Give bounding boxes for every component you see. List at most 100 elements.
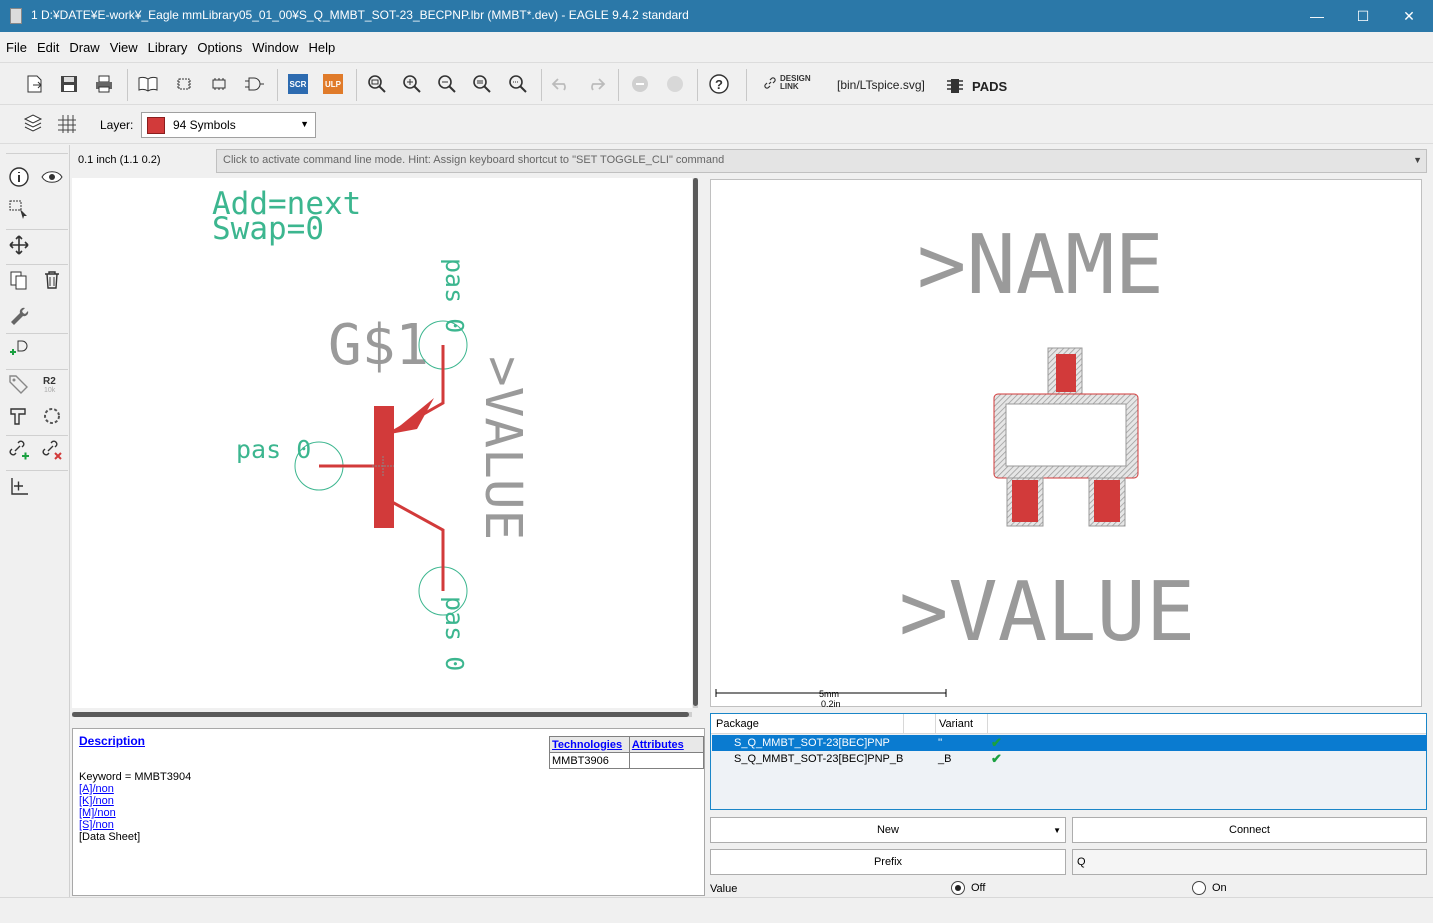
coordinate-readout: 0.1 inch (1.1 0.2) <box>78 154 161 166</box>
technologies-header[interactable]: Technologies <box>549 736 630 753</box>
connect-button[interactable]: Connect <box>1072 817 1427 843</box>
variant-column-header[interactable]: Variant <box>939 718 973 730</box>
pin-left-label: pas 0 <box>236 435 311 464</box>
zoom-select-icon[interactable] <box>505 71 531 97</box>
menu-edit[interactable]: Edit <box>32 40 64 55</box>
chevron-down-icon: ▼ <box>1053 826 1061 835</box>
maximize-button[interactable]: ☐ <box>1340 0 1386 32</box>
open-icon[interactable] <box>22 71 48 97</box>
menu-window[interactable]: Window <box>247 40 303 55</box>
menu-file[interactable]: File <box>1 40 32 55</box>
value-r2-icon[interactable]: R2 10k <box>40 372 64 396</box>
stop-icon[interactable] <box>627 71 653 97</box>
save-icon[interactable] <box>56 71 82 97</box>
variant-package-name: S_Q_MMBT_SOT-23[BEC]PNP_B <box>734 753 904 765</box>
name-tag-icon[interactable] <box>7 372 31 396</box>
add-gate-icon[interactable] <box>7 337 31 361</box>
variant-row[interactable]: S_Q_MMBT_SOT-23[BEC]PNP '' ✔ <box>712 735 1427 751</box>
package-column-header[interactable]: Package <box>716 718 759 730</box>
device-icon[interactable] <box>206 71 232 97</box>
technology-cell: MMBT3906 <box>549 752 630 769</box>
menu-options[interactable]: Options <box>192 40 247 55</box>
attributes-header[interactable]: Attributes <box>628 736 705 753</box>
layers-icon[interactable] <box>20 111 46 137</box>
layer-label: Layer: <box>100 118 134 132</box>
attribute-cell <box>628 752 705 769</box>
library-book-icon[interactable] <box>135 71 161 97</box>
smash-icon[interactable] <box>7 404 31 428</box>
change-icon[interactable] <box>40 404 64 428</box>
menu-draw[interactable]: Draw <box>64 40 104 55</box>
print-icon[interactable] <box>91 71 117 97</box>
design-link-button[interactable]: DESIGN LINK <box>764 75 814 91</box>
zoom-redraw-icon[interactable] <box>469 71 495 97</box>
pad-1 <box>1012 480 1038 522</box>
pin-bottom-label: pas 0 <box>440 596 469 671</box>
table-row[interactable]: MMBT3906 <box>549 752 705 769</box>
description-link[interactable]: Description <box>79 734 145 748</box>
package-preview-canvas: >NAME >VALUE 5mm 0.2in <box>710 179 1422 709</box>
go-icon[interactable] <box>662 71 688 97</box>
undo-icon[interactable] <box>548 71 574 97</box>
symbol-value-text: >VALUE <box>473 356 532 540</box>
mark-icon[interactable] <box>7 474 31 498</box>
layer-select[interactable]: 94 Symbols ▼ <box>141 112 316 138</box>
emitter-arrow <box>390 398 434 434</box>
connect-add-icon[interactable] <box>7 438 31 462</box>
zoom-fit-icon[interactable] <box>364 71 390 97</box>
chevron-down-icon[interactable]: ▼ <box>1413 155 1422 165</box>
ulp-icon[interactable]: ULP <box>320 71 346 97</box>
link-k[interactable]: [K]/non <box>79 795 191 807</box>
script-icon[interactable]: SCR <box>285 71 311 97</box>
copy-icon[interactable] <box>7 268 31 292</box>
connected-check-icon: ✔ <box>991 735 1002 750</box>
help-icon[interactable]: ? <box>706 71 732 97</box>
title-bar: 1 D:¥DATE¥E-work¥_Eagle mmLibrary05_01_0… <box>0 0 1433 32</box>
show-eye-icon[interactable] <box>40 165 64 189</box>
value-on-radio[interactable]: On <box>1192 881 1227 895</box>
redo-icon[interactable] <box>583 71 609 97</box>
zoom-in-icon[interactable] <box>399 71 425 97</box>
value-off-radio[interactable]: Off <box>951 881 985 895</box>
menu-help[interactable]: Help <box>303 40 340 55</box>
command-line-input[interactable]: Click to activate command line mode. Hin… <box>216 149 1427 173</box>
symbol-horizontal-scrollbar[interactable] <box>72 712 692 717</box>
ltspice-button[interactable]: [bin/LTspice.svg] <box>837 78 925 92</box>
close-button[interactable]: ✕ <box>1386 0 1432 32</box>
minimize-button[interactable]: — <box>1294 0 1340 32</box>
scr-label: SCR <box>288 74 308 94</box>
new-button[interactable]: New ▼ <box>710 817 1066 843</box>
pad-3 <box>1056 354 1076 392</box>
menu-library[interactable]: Library <box>143 40 193 55</box>
prefix-field[interactable]: Q <box>1072 849 1427 875</box>
package-value-text: >VALUE <box>899 565 1195 660</box>
radio-selected-icon <box>951 881 965 895</box>
scale-in-label: 0.2in <box>821 699 841 708</box>
delete-trash-icon[interactable] <box>40 268 64 292</box>
chip-icon <box>947 79 963 93</box>
variant-name: '' <box>938 737 943 749</box>
variant-row[interactable]: S_Q_MMBT_SOT-23[BEC]PNP_B _B ✔ <box>712 751 1427 767</box>
symbol-icon[interactable] <box>241 71 267 97</box>
wrench-icon[interactable] <box>7 302 31 326</box>
symbol-editor-canvas[interactable]: Add=next Swap=0 G$1 >VALUE pas 0 pas 0 p… <box>72 178 692 708</box>
pads-button[interactable]: PADS <box>946 76 1007 96</box>
prefix-button[interactable]: Prefix <box>710 849 1066 875</box>
link-s[interactable]: [S]/non <box>79 819 191 831</box>
menu-view[interactable]: View <box>105 40 143 55</box>
grid-icon[interactable] <box>54 111 80 137</box>
group-select-icon[interactable] <box>7 198 31 222</box>
move-icon[interactable] <box>7 233 31 257</box>
info-icon[interactable] <box>7 165 31 189</box>
disconnect-icon[interactable] <box>40 438 64 462</box>
variant-name: _B <box>938 753 952 765</box>
variant-list[interactable]: Package Variant S_Q_MMBT_SOT-23[BEC]PNP … <box>710 713 1427 810</box>
technologies-table: Technologies Attributes MMBT3906 <box>549 736 705 769</box>
zoom-out-icon[interactable] <box>434 71 460 97</box>
link-a[interactable]: [A]/non <box>79 783 191 795</box>
package-icon[interactable] <box>171 71 197 97</box>
status-bar <box>0 897 1433 923</box>
link-m[interactable]: [M]/non <box>79 807 191 819</box>
symbol-vertical-scrollbar[interactable] <box>693 178 698 708</box>
transistor-base-bar <box>374 406 394 528</box>
